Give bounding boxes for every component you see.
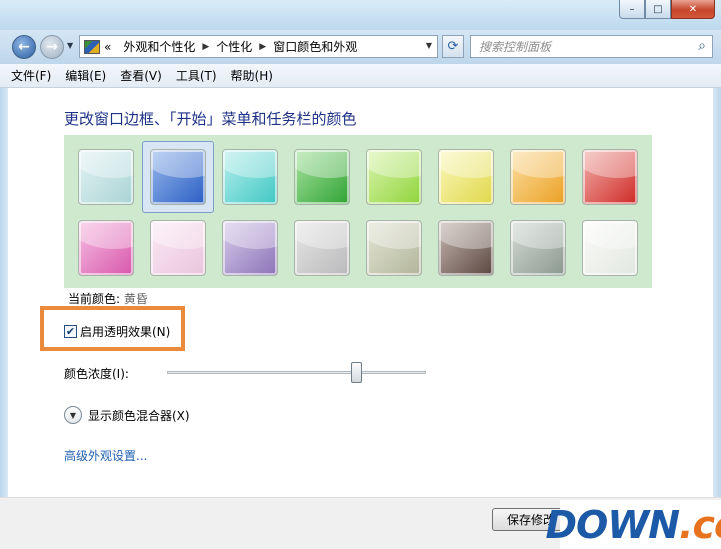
breadcrumb-appearance[interactable]: 外观和个性化	[123, 38, 195, 55]
current-color-label: 当前颜色:	[68, 292, 121, 306]
color-swatch-frost[interactable]	[582, 220, 638, 276]
transparency-option[interactable]: ✔ 启用透明效果(N)	[64, 323, 170, 340]
color-swatch-lavender[interactable]	[294, 220, 350, 276]
search-placeholder: 搜索控制面板	[479, 40, 552, 54]
color-swatch-taupe[interactable]	[366, 220, 422, 276]
color-mixer-toggle[interactable]: ▼ 显示颜色混合器(X)	[64, 406, 190, 424]
close-button[interactable]: ✕	[671, 0, 715, 19]
color-swatch-ruby[interactable]	[582, 149, 638, 205]
breadcrumb-arrow-icon[interactable]: ▶	[259, 42, 266, 52]
watermark-part1: DOWN	[545, 502, 680, 547]
address-dropdown-icon[interactable]: ▼	[426, 41, 432, 50]
intensity-slider-track[interactable]	[167, 371, 426, 374]
refresh-icon: ⟳	[447, 39, 459, 54]
control-panel-icon	[84, 39, 100, 54]
search-input[interactable]: 搜索控制面板 ⌕	[470, 35, 713, 58]
intensity-slider-thumb[interactable]	[351, 362, 362, 383]
current-color-readout: 当前颜色: 黄昏	[68, 290, 148, 307]
title-bar: – □ ✕	[0, 0, 721, 30]
color-swatch-slate[interactable]	[510, 220, 566, 276]
watermark-logo: DOWN.cc	[545, 500, 721, 549]
menu-bar: 文件(F) 编辑(E) 查看(V) 工具(T) 帮助(H)	[0, 64, 721, 88]
menu-edit[interactable]: 编辑(E)	[65, 67, 106, 84]
color-swatch-lime[interactable]	[366, 149, 422, 205]
color-swatch-leaf[interactable]	[294, 149, 350, 205]
color-swatch-lemon[interactable]	[438, 149, 494, 205]
color-mixer-label[interactable]: 显示颜色混合器(X)	[88, 407, 190, 424]
chevron-down-icon[interactable]: ▼	[64, 406, 82, 424]
transparency-label[interactable]: 启用透明效果(N)	[80, 323, 170, 340]
breadcrumb-arrow-icon[interactable]: ▶	[202, 42, 209, 52]
menu-tools[interactable]: 工具(T)	[176, 67, 217, 84]
menu-file[interactable]: 文件(F)	[11, 67, 51, 84]
color-swatch-panel	[64, 135, 652, 288]
address-bar[interactable]: « 外观和个性化 ▶ 个性化 ▶ 窗口颜色和外观 ▼	[79, 35, 438, 58]
window-frame-right	[713, 88, 721, 549]
current-color-value: 黄昏	[123, 292, 148, 306]
maximize-button[interactable]: □	[645, 0, 671, 19]
minimize-button[interactable]: –	[619, 0, 645, 19]
color-swatch-blush[interactable]	[150, 220, 206, 276]
color-swatch-violet[interactable]	[222, 220, 278, 276]
color-swatch-chocolate[interactable]	[438, 220, 494, 276]
page-title: 更改窗口边框、「开始」菜单和任务栏的颜色	[64, 110, 357, 128]
color-swatch-pumpkin[interactable]	[510, 149, 566, 205]
back-button[interactable]: ←	[12, 35, 36, 59]
navigation-bar: ← → ▼ « 外观和个性化 ▶ 个性化 ▶ 窗口颜色和外观 ▼ ⟳ 搜索控制面…	[0, 30, 721, 64]
color-swatch-fuchsia[interactable]	[78, 220, 134, 276]
transparency-checkbox[interactable]: ✔	[64, 325, 77, 338]
advanced-appearance-link[interactable]: 高级外观设置...	[64, 447, 147, 464]
window-frame-left	[0, 88, 8, 549]
intensity-label: 颜色浓度(I):	[64, 367, 129, 381]
forward-button[interactable]: →	[40, 35, 64, 59]
menu-view[interactable]: 查看(V)	[120, 67, 162, 84]
watermark-part2: .cc	[679, 502, 721, 547]
caption-buttons: – □ ✕	[619, 0, 715, 19]
menu-help[interactable]: 帮助(H)	[231, 67, 273, 84]
breadcrumb-personalization[interactable]: 个性化	[216, 38, 252, 55]
search-icon[interactable]: ⌕	[698, 38, 706, 54]
refresh-button[interactable]: ⟳	[442, 35, 464, 58]
forward-arrow-icon: →	[46, 39, 58, 55]
color-swatch-twilight[interactable]	[150, 149, 206, 205]
recent-pages-dropdown-icon[interactable]: ▼	[67, 41, 73, 50]
color-swatch-sea[interactable]	[222, 149, 278, 205]
breadcrumb-window-color[interactable]: 窗口颜色和外观	[273, 38, 357, 55]
breadcrumb-overflow[interactable]: «	[104, 40, 111, 54]
color-swatch-sky[interactable]	[78, 149, 134, 205]
back-arrow-icon: ←	[18, 39, 30, 55]
